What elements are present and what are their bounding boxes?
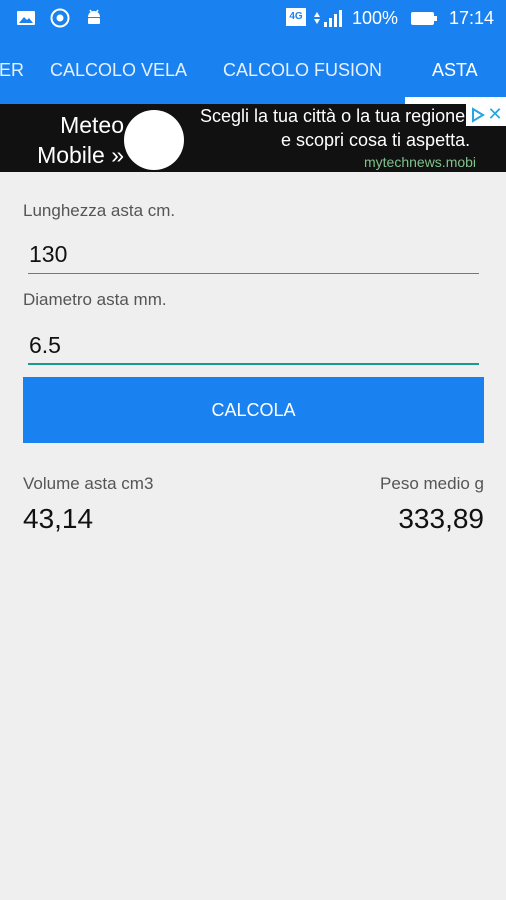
ad-logo [124,110,184,170]
status-bar: 4G 100% 17:14 [0,0,506,36]
length-input[interactable]: 130 [29,241,67,268]
tab-calcolo-vela[interactable]: CALCOLO VELA [50,36,187,104]
tab-calcolo-fusion[interactable]: CALCOLO FUSION [223,36,382,104]
calcola-button[interactable]: CALCOLA [23,377,484,443]
signal-icon [314,10,342,27]
volume-label: Volume asta cm3 [23,474,154,493]
diameter-input-underline [28,363,479,365]
active-tab-indicator [405,97,506,104]
diameter-input[interactable]: 6.5 [29,332,61,359]
ad-close-icon[interactable]: ✕ [486,104,504,124]
ad-subline: e scopri cosa ti aspetta. [281,130,471,150]
tab-prev[interactable]: ER [0,36,24,104]
volume-value: 43,14 [23,503,94,534]
clock: 17:14 [448,8,494,28]
android-icon [88,9,100,24]
ad-brand-line-1: Meteo [60,112,124,138]
ad-domain: mytechnews.mobi [364,154,477,170]
length-input-underline [28,273,479,274]
ad-brand: Meteo Mobile » [22,110,124,170]
ad-headline: Scegli la tua città o la tua regione [200,106,466,126]
tab-asta[interactable]: ASTA [432,36,478,104]
battery-percentage: 100% [352,8,399,28]
weight-label: Peso medio g [380,474,484,493]
diameter-label: Diametro asta mm. [23,290,167,309]
tab-bar: ER CALCOLO VELA CALCOLO FUSION ASTA [0,36,506,104]
gallery-icon [17,11,35,25]
chrome-icon [50,8,70,28]
network-type-badge: 4G [286,8,306,26]
battery-icon [411,12,437,25]
ad-banner[interactable]: Meteo Mobile » Scegli la tua città o la … [0,104,506,172]
length-label: Lunghezza asta cm. [23,201,176,220]
weight-value: 333,89 [398,503,484,534]
ad-brand-line-2: Mobile » [37,142,124,168]
ad-choices-icon[interactable] [470,105,486,125]
